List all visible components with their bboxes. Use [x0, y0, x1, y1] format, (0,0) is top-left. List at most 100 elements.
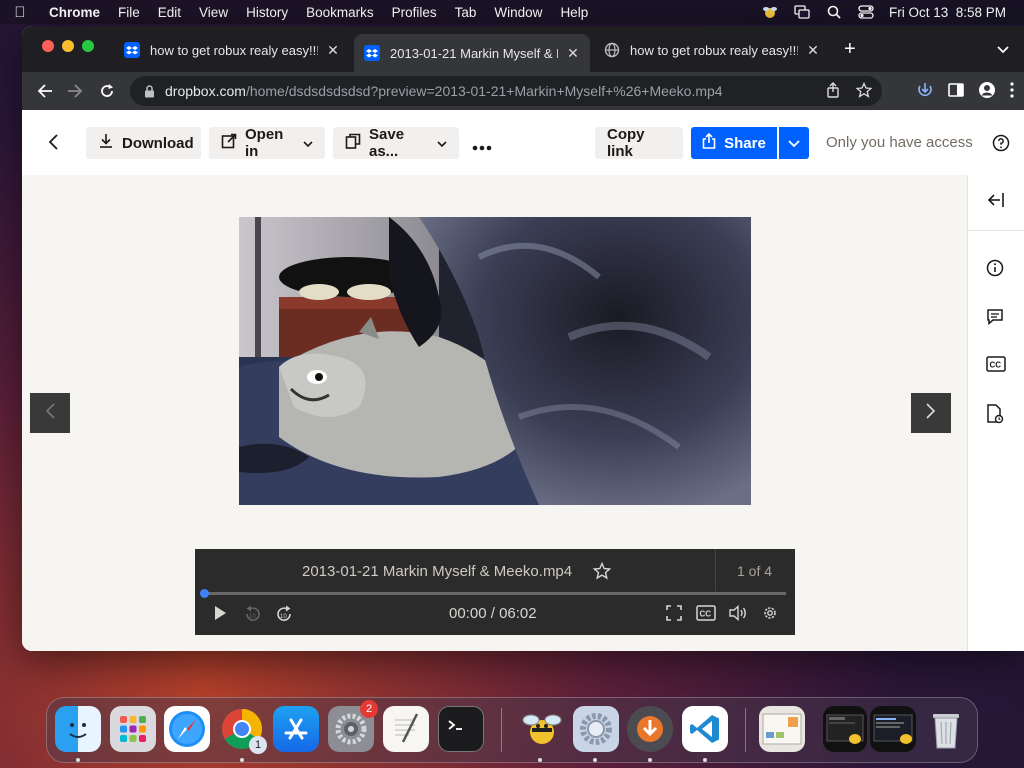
back-arrow-icon[interactable]: [34, 80, 56, 102]
menu-file[interactable]: File: [109, 5, 149, 20]
system-settings-icon[interactable]: 2: [328, 700, 378, 752]
menu-app-name[interactable]: Chrome: [40, 5, 109, 20]
rewind-10-icon[interactable]: 10: [243, 605, 263, 623]
menu-bookmarks[interactable]: Bookmarks: [297, 5, 383, 20]
dock-separator: [501, 708, 502, 752]
screenshot-thumbnail-2[interactable]: [870, 706, 916, 752]
next-file-button[interactable]: [911, 393, 951, 433]
copy-link-label: Copy link: [607, 126, 645, 160]
apple-menu-icon[interactable]: : [0, 4, 40, 21]
textedit-icon[interactable]: [383, 706, 429, 752]
finder-icon[interactable]: [55, 706, 101, 752]
tab-title: how to get robux realy easy!!!: [150, 42, 318, 58]
close-tab-icon[interactable]: ✕: [326, 42, 340, 59]
collapse-panel-button[interactable]: [968, 175, 1024, 231]
info-icon[interactable]: [986, 259, 1004, 277]
previous-file-button[interactable]: [30, 393, 70, 433]
forward-10-icon[interactable]: 10: [274, 605, 294, 623]
download-indicator-icon[interactable]: [916, 81, 934, 104]
volume-icon[interactable]: [729, 605, 747, 621]
file-activity-icon[interactable]: [986, 404, 1004, 424]
reload-icon[interactable]: [96, 80, 118, 102]
forward-arrow-icon[interactable]: [64, 80, 86, 102]
tab-strip: how to get robux realy easy!!! ✕ 2013-01…: [22, 26, 1024, 72]
menu-history[interactable]: History: [237, 5, 297, 20]
chevron-left-icon: [44, 402, 56, 425]
app-store-icon[interactable]: [273, 706, 319, 752]
running-indicator: [240, 758, 244, 762]
dock: 1 2: [46, 697, 978, 763]
file-counter: 1 of 4: [737, 563, 773, 579]
profile-avatar-icon[interactable]: [978, 81, 996, 104]
more-options-icon[interactable]: [472, 138, 492, 156]
running-indicator: [538, 758, 542, 762]
fullscreen-icon[interactable]: [666, 605, 682, 621]
preview-document-icon[interactable]: [759, 706, 805, 752]
address-bar[interactable]: dropbox.com/home/dsdsdsdsdsd?preview=201…: [130, 76, 882, 106]
progress-thumb[interactable]: [200, 589, 209, 598]
help-icon[interactable]: [992, 134, 1010, 157]
menu-window[interactable]: Window: [485, 5, 551, 20]
launchpad-icon[interactable]: [110, 706, 156, 752]
share-button[interactable]: Share: [691, 127, 777, 159]
tab-markin-video[interactable]: 2013-01-21 Markin Myself & M ✕: [354, 34, 590, 72]
running-indicator: [593, 758, 597, 762]
copy-link-button[interactable]: Copy link: [595, 126, 683, 160]
system-preferences-icon[interactable]: [573, 706, 619, 752]
menu-edit[interactable]: Edit: [149, 5, 190, 20]
control-center-icon[interactable]: [857, 5, 875, 19]
bookmark-star-icon[interactable]: [855, 81, 873, 101]
comment-icon[interactable]: [986, 308, 1004, 326]
preview-back-chevron-icon[interactable]: [44, 132, 64, 157]
play-icon[interactable]: [213, 605, 227, 621]
new-tab-icon[interactable]: +: [844, 38, 856, 61]
menu-clock[interactable]: Fri Oct 13 8:58 PM: [889, 5, 1006, 20]
tab-search-chevron-icon[interactable]: [996, 42, 1010, 60]
player-controls: 2013-01-21 Markin Myself & Meeko.mp4 1 o…: [195, 549, 795, 635]
download-button[interactable]: Download: [86, 127, 201, 159]
dock-separator: [745, 708, 746, 752]
side-panel-icon[interactable]: [948, 83, 964, 102]
lock-icon[interactable]: [144, 84, 155, 98]
star-icon[interactable]: [592, 561, 612, 585]
chevron-right-icon: [925, 402, 937, 425]
chevron-down-icon: [303, 135, 313, 152]
minimize-window-button[interactable]: [62, 40, 74, 52]
trash-icon[interactable]: [923, 706, 969, 752]
running-indicator: [703, 758, 707, 762]
kebab-menu-icon[interactable]: [1010, 82, 1014, 103]
screenshot-thumbnail-1[interactable]: [823, 706, 867, 752]
share-dropdown-button[interactable]: [779, 127, 809, 159]
closed-captions-icon[interactable]: CC: [696, 605, 716, 621]
save-as-label: Save as...: [369, 126, 405, 160]
chrome-icon[interactable]: 1: [219, 706, 267, 754]
screen-mirroring-icon[interactable]: [793, 5, 811, 19]
menu-tab[interactable]: Tab: [446, 5, 486, 20]
svg-text:CC: CC: [990, 361, 1002, 370]
close-tab-icon[interactable]: ✕: [806, 42, 820, 59]
close-window-button[interactable]: [42, 40, 54, 52]
save-as-button[interactable]: Save as...: [333, 126, 459, 160]
tab-robux-1[interactable]: how to get robux realy easy!!! ✕: [114, 34, 350, 66]
progress-track[interactable]: [204, 592, 786, 595]
menu-help[interactable]: Help: [551, 5, 597, 20]
transmission-icon[interactable]: [627, 706, 673, 752]
menu-profiles[interactable]: Profiles: [383, 5, 446, 20]
open-in-button[interactable]: Open in: [209, 126, 325, 160]
video-player[interactable]: [239, 217, 751, 505]
tab-robux-2[interactable]: how to get robux realy easy!!! ✕: [594, 34, 830, 66]
spotlight-search-icon[interactable]: [825, 5, 843, 19]
svg-text:10: 10: [280, 614, 287, 620]
terminal-icon[interactable]: [438, 706, 484, 752]
close-tab-icon[interactable]: ✕: [566, 45, 580, 62]
vscode-icon[interactable]: [682, 706, 728, 752]
cyberduck-status-icon[interactable]: [761, 5, 779, 19]
zoom-window-button[interactable]: [82, 40, 94, 52]
safari-icon[interactable]: [164, 706, 210, 752]
share-page-icon[interactable]: [826, 82, 840, 101]
menu-view[interactable]: View: [190, 5, 237, 20]
captions-panel-icon[interactable]: CC: [986, 356, 1006, 372]
svg-text:CC: CC: [700, 610, 712, 619]
settings-gear-icon[interactable]: [762, 605, 778, 621]
cyberduck-icon[interactable]: [519, 706, 565, 752]
